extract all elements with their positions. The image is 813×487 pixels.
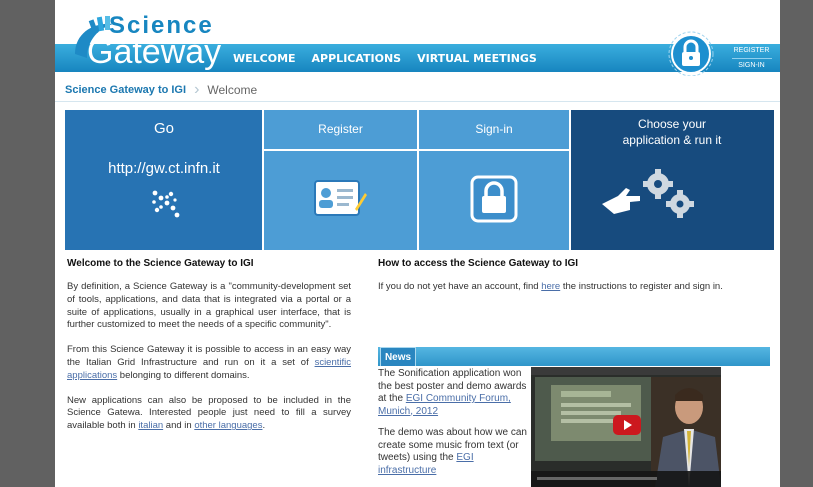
other-languages-link[interactable]: other languages [194, 420, 262, 431]
news-tab[interactable]: News [380, 347, 416, 366]
nav-virtual-meetings[interactable]: VIRTUAL MEETINGS [417, 52, 537, 65]
auth-links: REGISTER SIGN-IN [723, 44, 780, 72]
play-icon[interactable] [613, 415, 641, 435]
access-section: How to access the Science Gateway to IGI… [378, 258, 770, 294]
choose-application-tile[interactable]: Choose your application & run it [570, 110, 774, 250]
register-tile[interactable]: Register [263, 110, 418, 250]
go-label: Go [153, 120, 174, 137]
tile-divider [263, 149, 570, 151]
welcome-paragraph-1: By definition, a Science Gateway is a "c… [67, 281, 351, 331]
site-header: Science Gateway WELCOME APPLICATIONS VIR… [55, 0, 780, 76]
text: belonging to different domains. [117, 369, 250, 381]
pointing-hand-gears-icon [602, 169, 694, 218]
text: The demo was about how we can create som… [378, 427, 527, 463]
padlock-icon [470, 175, 518, 223]
signin-link[interactable]: SIGN-IN [738, 61, 764, 71]
news-video[interactable] [531, 367, 721, 487]
breadcrumb-root-link[interactable]: Science Gateway to IGI [65, 84, 186, 96]
left-margin [0, 0, 55, 487]
science-gateway-logo[interactable]: Science Gateway [65, 10, 240, 72]
news-item-1: The Sonification application won the bes… [378, 368, 528, 418]
register-tile-label: Register [318, 122, 363, 136]
tile-divider [262, 110, 264, 250]
breadcrumb-current: Welcome [207, 83, 258, 97]
text: the instructions to register and sign in… [560, 281, 723, 292]
text: and in [163, 420, 195, 432]
access-heading: How to access the Science Gateway to IGI [378, 258, 579, 269]
signin-tile[interactable]: Sign-in [418, 110, 570, 250]
text: . [262, 420, 266, 432]
choose-line1: Choose your [637, 117, 707, 131]
breadcrumb: Science Gateway to IGI › Welcome [55, 79, 780, 102]
welcome-section: Welcome to the Science Gateway to IGI By… [67, 258, 351, 433]
instructions-here-link[interactable]: here [541, 281, 560, 292]
breadcrumb-chevron-icon: › [194, 81, 200, 98]
logo-text-gateway: Gateway [87, 33, 222, 71]
italian-survey-link[interactable]: italian [138, 420, 163, 431]
feature-tiles: Go http://gw.ct.infn.it Register Sign-in… [65, 110, 774, 250]
grid-network-icon [152, 190, 180, 218]
choose-line2: application & run it [622, 133, 722, 147]
tile-divider [417, 110, 419, 250]
welcome-paragraph-2: From this Science Gateway it is possible… [67, 344, 351, 382]
lock-badge-icon [668, 31, 714, 76]
welcome-heading: Welcome to the Science Gateway to IGI [67, 258, 254, 269]
page: Science Gateway WELCOME APPLICATIONS VIR… [55, 0, 780, 487]
id-card-icon [314, 180, 367, 216]
access-paragraph: If you do not yet have an account, find … [378, 281, 770, 294]
go-tile[interactable]: Go http://gw.ct.infn.it [65, 110, 263, 250]
gateway-url-link[interactable]: http://gw.ct.infn.it [65, 160, 263, 177]
tile-divider [569, 110, 571, 250]
register-link[interactable]: REGISTER [734, 46, 770, 56]
choose-application-label: Choose your application & run it [570, 116, 774, 148]
main-nav: WELCOME APPLICATIONS VIRTUAL MEETINGS [233, 44, 553, 72]
news-item-2: The demo was about how we can create som… [378, 427, 528, 477]
nav-welcome[interactable]: WELCOME [233, 52, 296, 65]
nav-applications[interactable]: APPLICATIONS [312, 52, 402, 65]
welcome-paragraph-3: New applications can also be proposed to… [67, 395, 351, 433]
news-text: The Sonification application won the bes… [378, 368, 528, 486]
text: If you do not yet have an account, find [378, 281, 542, 292]
signin-tile-label: Sign-in [475, 122, 513, 136]
right-margin [780, 0, 813, 487]
news-bar: News [378, 347, 770, 366]
auth-divider [731, 57, 772, 59]
text: From this Science Gateway it is possible… [67, 344, 351, 368]
